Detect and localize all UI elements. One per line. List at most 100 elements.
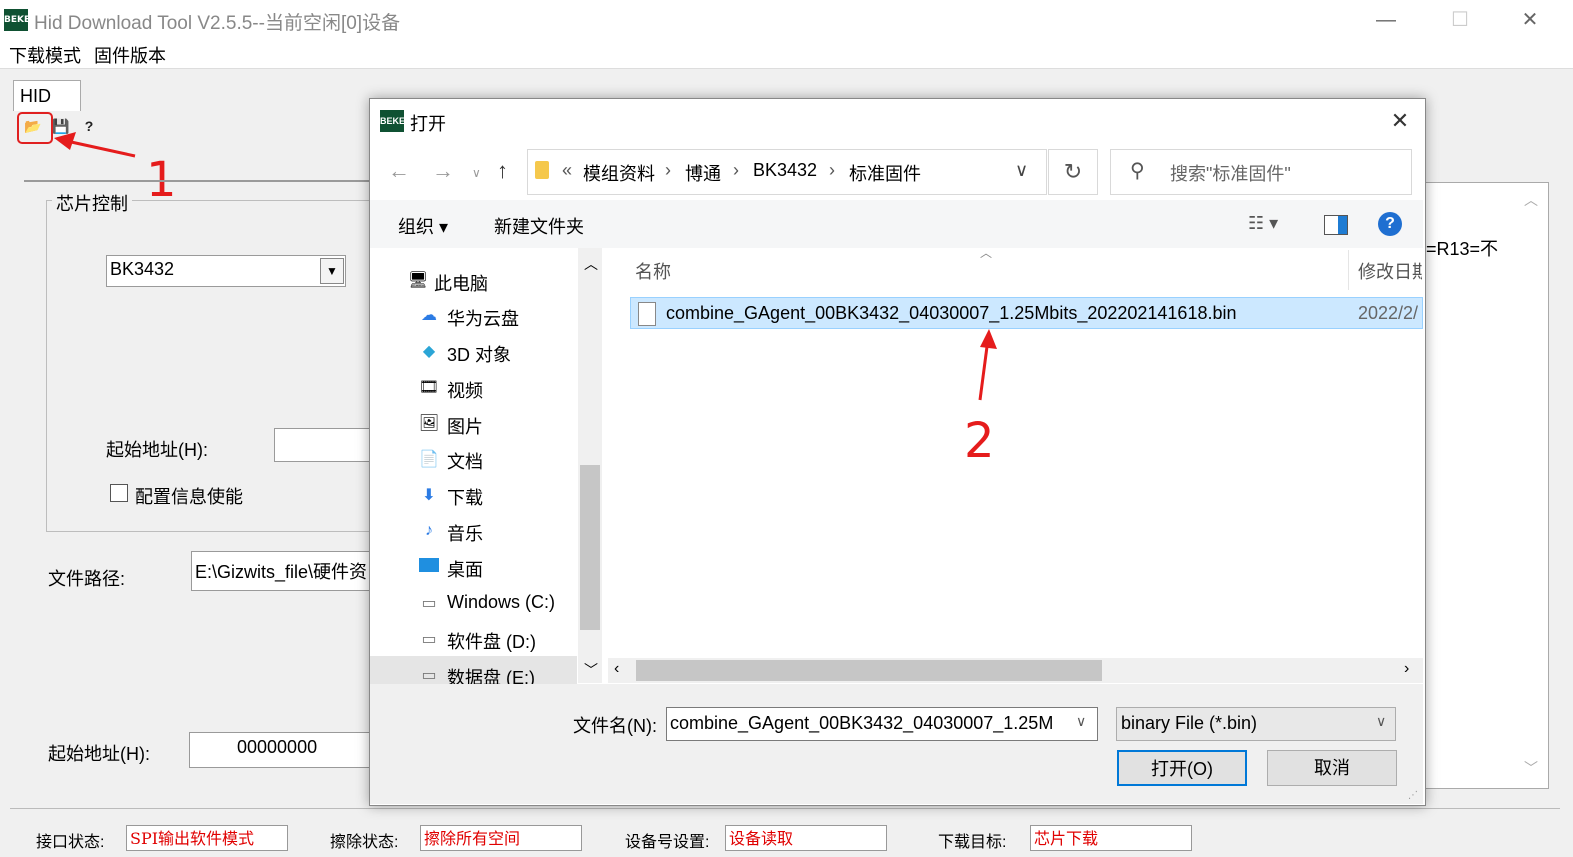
menu-firmware-version[interactable]: 固件版本	[94, 42, 166, 68]
folder-icon	[535, 161, 549, 179]
start-address-input[interactable]	[274, 428, 376, 462]
dialog-title: 打开	[410, 114, 446, 134]
status-divider	[10, 808, 1560, 811]
maximize-button[interactable]: ☐	[1440, 6, 1480, 34]
help-circle-icon[interactable]: ?	[1378, 212, 1402, 236]
annotation-step-2: 2	[964, 413, 995, 469]
chevron-right-icon: ›	[829, 160, 835, 180]
nav-item-3d-objects[interactable]: 3D 对象	[447, 341, 511, 367]
minimize-button[interactable]: —	[1366, 6, 1406, 34]
open-button[interactable]: 打开(O)	[1117, 750, 1247, 786]
start-address-label: 起始地址(H):	[106, 440, 208, 460]
download-target-value: 芯片下载	[1030, 825, 1192, 851]
download-target-label: 下载目标:	[938, 834, 1007, 851]
chevron-down-icon[interactable]: ▼	[320, 258, 344, 284]
new-folder-button[interactable]: 新建文件夹	[494, 213, 584, 239]
dialog-close-icon[interactable]: ✕	[1383, 106, 1417, 136]
annotation-arrow-2	[978, 329, 997, 401]
breadcrumb-item[interactable]: 标准固件	[849, 160, 921, 186]
drive-icon: ▭	[421, 667, 437, 684]
log-scroll-down-icon[interactable]: ﹀	[1524, 758, 1538, 778]
recent-chevron-icon[interactable]: ∨	[472, 166, 481, 180]
nav-item-desktop[interactable]: 桌面	[447, 556, 483, 582]
nav-item-drive-d[interactable]: 软件盘 (D:)	[447, 628, 536, 654]
nav-item-pictures[interactable]: 图片	[447, 413, 483, 439]
back-arrow-icon[interactable]: ←	[388, 158, 410, 184]
interface-status-value: SPI输出软件模式	[126, 825, 288, 851]
view-options-icon[interactable]: ☷ ▾	[1248, 213, 1278, 234]
nav-item-this-pc[interactable]: 此电脑	[434, 270, 488, 296]
device-setting-value: 设备读取	[725, 825, 887, 851]
nav-item-huawei-cloud[interactable]: 华为云盘	[447, 305, 519, 331]
app-logo-icon: BEKEN	[4, 9, 38, 31]
cloud-icon: ☁	[421, 307, 437, 324]
chevron-right-icon: ›	[733, 160, 739, 180]
breadcrumb-item[interactable]: 博通	[685, 160, 721, 186]
log-panel	[1425, 182, 1549, 789]
menu-download-mode[interactable]: 下载模式	[9, 42, 81, 68]
organize-button[interactable]: 组织 ▾	[398, 213, 448, 239]
nav-item-drive-c[interactable]: Windows (C:)	[447, 592, 555, 613]
picture-icon: 🖼	[418, 415, 440, 432]
refresh-icon[interactable]: ↻	[1048, 149, 1098, 195]
music-icon: ♪	[425, 522, 433, 539]
file-name: combine_GAgent_00BK3432_04030007_1.25Mbi…	[666, 303, 1237, 323]
filename-value: combine_GAgent_00BK3432_04030007_1.25M	[670, 713, 1054, 733]
log-text: =R13=不	[1426, 239, 1499, 259]
file-date: 2022/2/	[1358, 303, 1419, 323]
nav-item-music[interactable]: 音乐	[447, 520, 483, 546]
filetype-value: binary File (*.bin)	[1121, 713, 1258, 733]
file-path-label: 文件路径:	[48, 569, 126, 589]
chevron-right-icon: ›	[665, 160, 671, 180]
config-enable-checkbox[interactable]	[110, 484, 128, 502]
filetype-chevron-icon[interactable]: ∨	[1376, 713, 1386, 730]
cancel-button[interactable]: 取消	[1267, 750, 1397, 786]
hscroll-left-icon[interactable]: ‹	[614, 660, 619, 678]
chip-select-value: BK3432	[110, 259, 175, 279]
sort-chevron-icon: ︿	[980, 246, 993, 260]
preview-pane-icon[interactable]	[1324, 215, 1348, 235]
download-icon: ⬇	[422, 487, 436, 504]
close-button[interactable]: ✕	[1510, 6, 1550, 34]
search-placeholder: 搜索"标准固件"	[1170, 164, 1291, 184]
desktop-icon	[418, 558, 440, 578]
start-address2-label: 起始地址(H):	[48, 744, 150, 764]
address-dropdown-icon[interactable]: ∨	[1015, 160, 1028, 181]
breadcrumb-item[interactable]: BK3432	[753, 160, 817, 181]
video-icon: 🎞	[418, 379, 440, 396]
nav-item-videos[interactable]: 视频	[447, 377, 483, 403]
file-path-value: E:\Gizwits_file\硬件资	[195, 562, 368, 582]
device-setting-label: 设备号设置:	[625, 834, 710, 851]
erase-status-label: 擦除状态:	[330, 834, 399, 851]
column-date-header[interactable]: 修改日期	[1358, 258, 1422, 284]
interface-status-label: 接口状态:	[36, 834, 105, 851]
nav-scroll-down-icon[interactable]: ﹀	[584, 660, 598, 680]
nav-scroll-up-icon[interactable]: ︿	[584, 254, 598, 274]
breadcrumb-item[interactable]: 模组资料	[583, 160, 655, 186]
document-icon: 📄	[419, 451, 439, 468]
forward-arrow-icon[interactable]: →	[432, 158, 454, 184]
group-top-line	[24, 180, 376, 182]
dialog-bottom-panel	[370, 684, 1423, 804]
cube-icon: ◆	[422, 343, 436, 360]
pc-icon: 🖥	[407, 272, 429, 289]
column-divider[interactable]	[1348, 250, 1349, 290]
filename-dropdown-icon[interactable]: ∨	[1076, 713, 1086, 730]
start-address2-value: 00000000	[237, 737, 318, 757]
nav-scroll-thumb[interactable]	[580, 465, 600, 630]
log-scroll-up-icon[interactable]: ︿	[1524, 190, 1538, 210]
resize-grip-icon[interactable]: ⋰	[1408, 790, 1418, 801]
drive-icon: ▭	[421, 631, 437, 648]
nav-item-downloads[interactable]: 下载	[447, 484, 483, 510]
window-title: Hid Download Tool V2.5.5--当前空闲[0]设备	[34, 13, 401, 34]
up-arrow-icon[interactable]: ↑	[497, 158, 508, 184]
nav-item-documents[interactable]: 文档	[447, 448, 483, 474]
breadcrumb-overflow[interactable]: «	[562, 160, 572, 181]
dialog-app-icon: BEKEN	[380, 110, 412, 132]
column-name-header[interactable]: 名称	[635, 258, 671, 284]
hscroll-right-icon[interactable]: ›	[1404, 660, 1409, 678]
chip-control-label: 芯片控制	[52, 190, 132, 216]
search-icon: ⚲	[1130, 160, 1145, 182]
file-hscroll-thumb[interactable]	[636, 660, 1102, 681]
filename-label: 文件名(N):	[573, 716, 657, 736]
